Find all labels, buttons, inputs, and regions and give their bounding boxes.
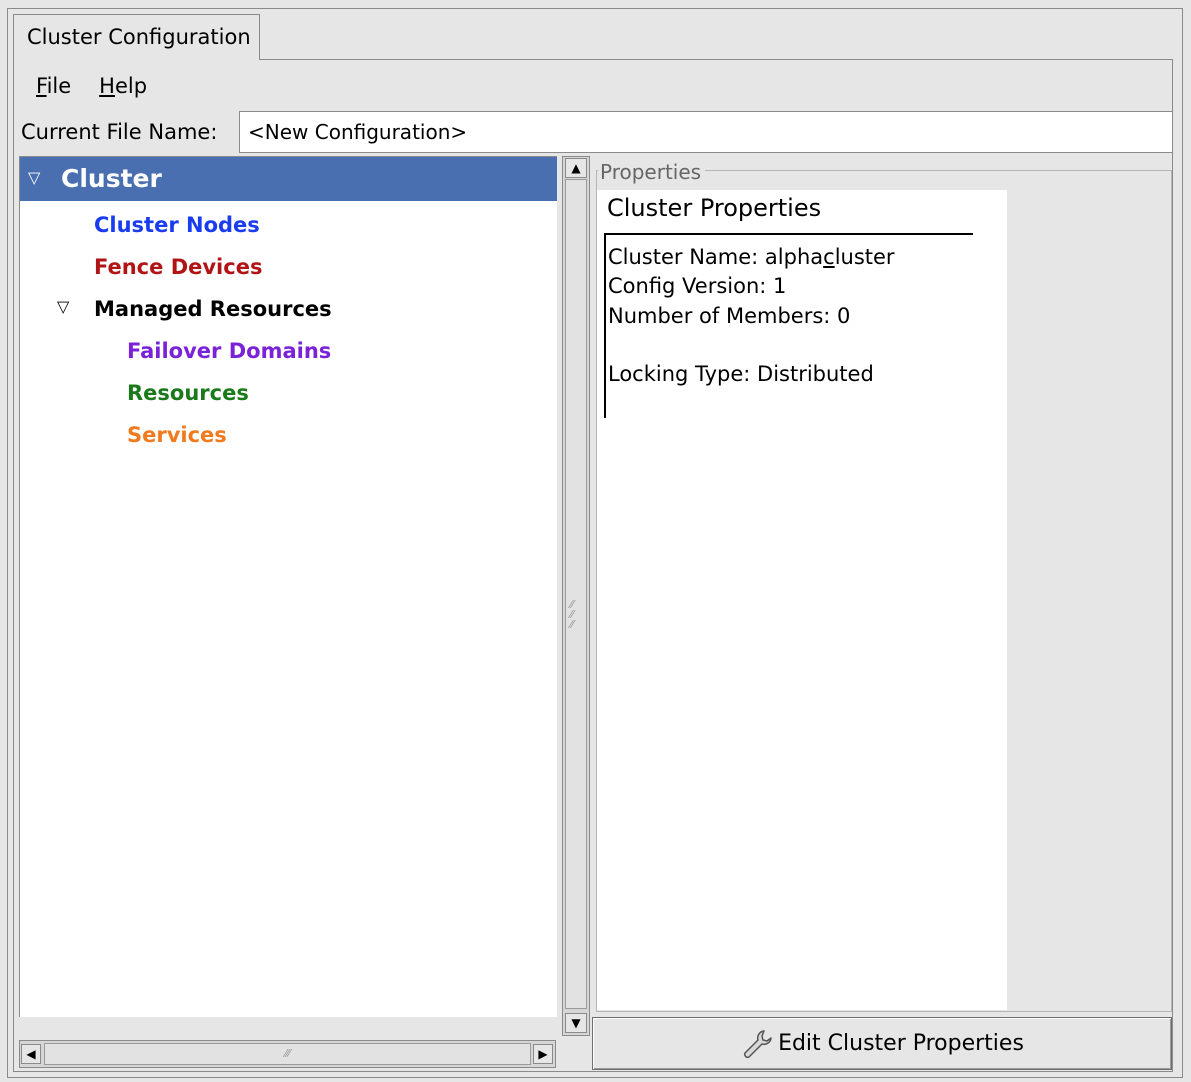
vertical-scroll-thumb[interactable]: ⁄⁄ ⁄⁄ ⁄⁄ (565, 179, 587, 1009)
menu-help[interactable]: Help (85, 70, 161, 104)
grip-icon: ⁄⁄⁄ (284, 1047, 291, 1060)
tree-item-label: Failover Domains (127, 339, 332, 363)
tree-item-label: Managed Resources (94, 297, 332, 321)
cluster-name-underlined: c (823, 245, 835, 269)
locking-type-value: Locking Type: Distributed (608, 362, 874, 386)
file-name-field[interactable]: <New Configuration> (239, 111, 1173, 153)
tree-item-managed-resources[interactable]: ▽ Managed Resources (20, 288, 557, 330)
expander-triangle-icon[interactable]: ▽ (28, 156, 40, 200)
tree-item-label: Resources (127, 381, 249, 405)
tree-item-cluster[interactable]: ▽ Cluster (20, 157, 557, 201)
edit-cluster-properties-label: Edit Cluster Properties (778, 1031, 1024, 1056)
scroll-down-arrow-icon[interactable]: ▼ (565, 1013, 587, 1033)
menu-help-mnemonic: H (99, 74, 115, 98)
tree-item-failover-domains[interactable]: Failover Domains (20, 330, 557, 372)
cluster-name-prefix: Cluster Name: alpha (608, 245, 824, 269)
edit-cluster-properties-button[interactable]: Edit Cluster Properties (592, 1017, 1172, 1070)
properties-divider (604, 233, 973, 235)
members-value: Number of Members: 0 (608, 304, 851, 328)
tree-item-label: Cluster Nodes (94, 213, 260, 237)
tree-item-cluster-nodes[interactable]: Cluster Nodes (20, 204, 557, 246)
cluster-tree: ▽ Cluster Cluster Nodes Fence Devices ▽ … (19, 156, 557, 1017)
tree-item-label: Services (127, 423, 227, 447)
menu-file[interactable]: File (20, 70, 85, 104)
scroll-left-arrow-icon[interactable]: ◀ (21, 1044, 41, 1064)
tree-vertical-scrollbar[interactable]: ▲ ⁄⁄ ⁄⁄ ⁄⁄ ▼ (562, 156, 590, 1036)
file-name-row: Current File Name: <New Configuration> (20, 111, 1173, 153)
cluster-name-suffix: luster (834, 245, 895, 269)
menu-bar: File Help (20, 70, 161, 104)
menu-file-label: ile (46, 74, 72, 98)
tab-cluster-configuration[interactable]: Cluster Configuration (13, 14, 260, 60)
tree-item-cluster-label: Cluster (61, 164, 162, 193)
tree-item-label: Fence Devices (94, 255, 263, 279)
grip-icon: ⁄⁄ ⁄⁄ ⁄⁄ (570, 598, 574, 631)
menu-help-label: elp (114, 74, 148, 98)
config-version-value: Config Version: 1 (608, 274, 787, 298)
scroll-up-arrow-icon[interactable]: ▲ (565, 158, 587, 178)
tree-item-resources[interactable]: Resources (20, 372, 557, 414)
expander-triangle-icon[interactable]: ▽ (57, 286, 69, 328)
wrench-icon (744, 1029, 772, 1058)
properties-title: Cluster Properties (607, 194, 822, 222)
tree-item-fence-devices[interactable]: Fence Devices (20, 246, 557, 288)
properties-legend: Properties (598, 158, 706, 186)
file-name-label: Current File Name: (21, 120, 218, 144)
tree-item-services[interactable]: Services (20, 414, 557, 456)
cluster-name-value: Cluster Name: alphacluster (608, 243, 895, 272)
scroll-right-arrow-icon[interactable]: ▶ (533, 1044, 553, 1064)
properties-vertical-rule (604, 233, 606, 418)
menu-file-mnemonic: F (36, 74, 47, 98)
tree-horizontal-scrollbar[interactable]: ◀ ⁄⁄⁄ ▶ (19, 1040, 556, 1068)
horizontal-scroll-thumb[interactable]: ⁄⁄⁄ (44, 1043, 531, 1065)
